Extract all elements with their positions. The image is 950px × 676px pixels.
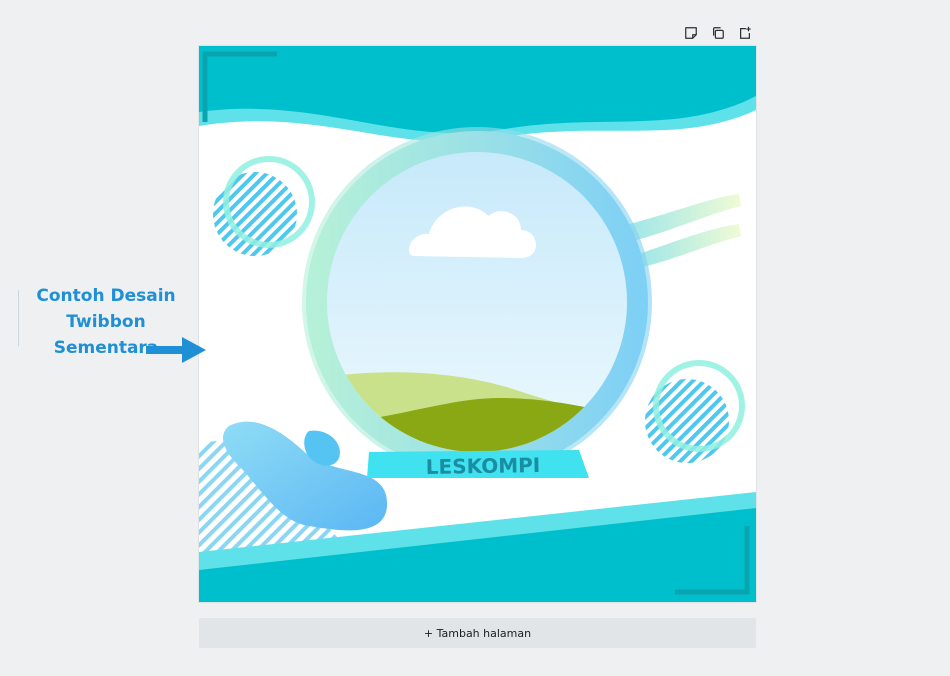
arrow-right-icon (146, 337, 206, 363)
annotation-line-1: Contoh Desain (36, 286, 176, 306)
duplicate-page-icon (713, 27, 724, 39)
banner-text: LESKOMPI (426, 453, 541, 479)
striped-circle-left (213, 156, 315, 256)
note-icon (685, 27, 697, 39)
page-toolbar (682, 24, 754, 42)
note-button[interactable] (682, 24, 700, 42)
striped-circle-right (645, 360, 745, 463)
add-page-button[interactable]: + Tambah halaman (199, 618, 756, 648)
add-page-icon (740, 26, 751, 39)
duplicate-page-button[interactable] (709, 24, 727, 42)
twibbon-artwork: LESKOMPI (199, 46, 756, 602)
add-page-button[interactable] (736, 24, 754, 42)
design-canvas[interactable]: LESKOMPI (199, 46, 756, 602)
